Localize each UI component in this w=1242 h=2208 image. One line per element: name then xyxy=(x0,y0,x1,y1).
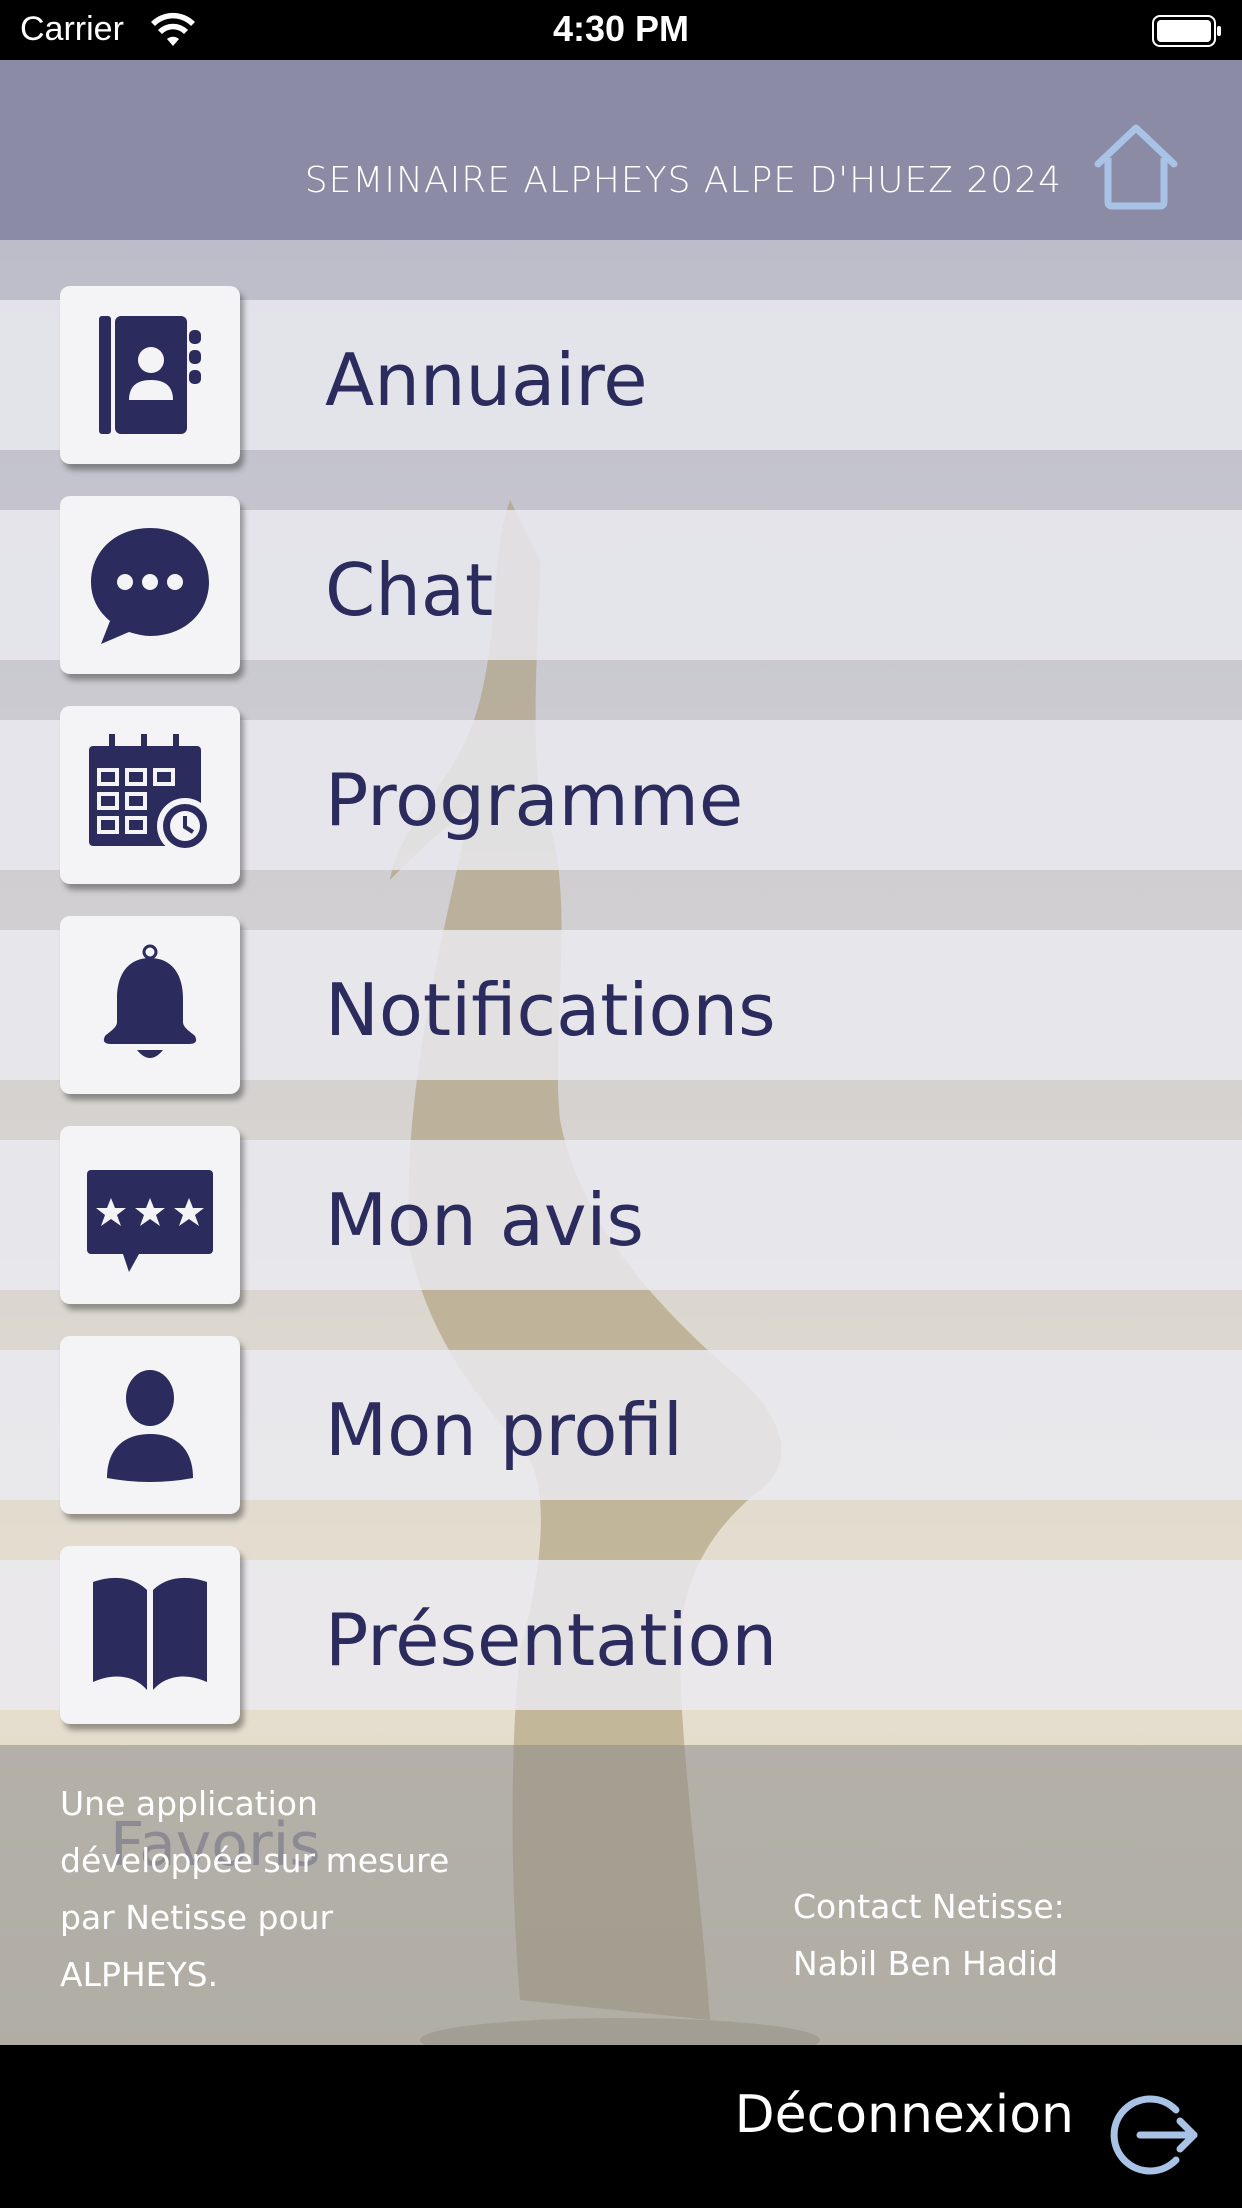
menu-label: Mon profil xyxy=(325,1388,683,1472)
menu-label: Présentation xyxy=(325,1598,778,1682)
menu-item-notifications[interactable]: Notifications xyxy=(0,916,1242,1094)
contact-text: Contact Netisse: Nabil Ben Hadid xyxy=(793,1878,1213,1992)
credit-line: ALPHEYS. xyxy=(60,1955,219,1994)
menu-icon-box[interactable] xyxy=(60,286,240,464)
event-title: SEMINAIRE ALPHEYS ALPE D'HUEZ 2024 xyxy=(304,160,1062,201)
app-header: SEMINAIRE ALPHEYS ALPE D'HUEZ 2024 xyxy=(0,60,1242,240)
app-screen: SEMINAIRE ALPHEYS ALPE D'HUEZ 2024 Annua… xyxy=(0,60,1242,2045)
menu-item-mon-profil[interactable]: Mon profil xyxy=(0,1336,1242,1514)
menu-item-programme[interactable]: Programme xyxy=(0,706,1242,884)
address-book-icon xyxy=(99,316,201,434)
app-credit-text: Une application développée sur mesure pa… xyxy=(60,1775,520,2003)
footer-info-panel: Favoris Une application développée sur m… xyxy=(0,1745,1242,2045)
menu-label: Chat xyxy=(325,548,494,632)
menu-label: Annuaire xyxy=(325,338,648,422)
credit-line: développée sur mesure xyxy=(60,1841,450,1880)
chat-bubble-icon xyxy=(91,528,209,644)
home-icon[interactable] xyxy=(1088,118,1184,214)
logout-icon[interactable] xyxy=(1110,2090,1200,2180)
menu-item-presentation[interactable]: Présentation xyxy=(0,1546,1242,1724)
menu-icon-box[interactable] xyxy=(60,1546,240,1724)
menu-item-annuaire[interactable]: Annuaire xyxy=(0,286,1242,464)
status-bar: Carrier 4:30 PM xyxy=(0,0,1242,60)
credit-line: par Netisse pour xyxy=(60,1898,334,1937)
menu-icon-box[interactable] xyxy=(60,496,240,674)
status-time: 4:30 PM xyxy=(552,8,690,49)
menu-label: Programme xyxy=(325,758,744,842)
menu-icon-box[interactable] xyxy=(60,1126,240,1304)
user-icon xyxy=(107,1370,193,1482)
contact-line: Contact Netisse: xyxy=(793,1887,1065,1926)
menu-item-chat[interactable]: Chat xyxy=(0,496,1242,674)
menu-label: Notifications xyxy=(325,968,776,1052)
calendar-clock-icon xyxy=(89,734,213,854)
battery-icon xyxy=(1152,15,1221,47)
menu-icon-box[interactable] xyxy=(60,1336,240,1514)
bottom-bar: Déconnexion xyxy=(0,2045,1242,2208)
logout-button-label[interactable]: Déconnexion xyxy=(735,2085,1074,2145)
rating-stars-icon xyxy=(87,1170,213,1272)
credit-line: Une application xyxy=(60,1784,318,1823)
contact-line: Nabil Ben Hadid xyxy=(793,1944,1059,1983)
open-book-icon xyxy=(93,1577,207,1690)
menu-label: Mon avis xyxy=(325,1178,644,1262)
menu-icon-box[interactable] xyxy=(60,706,240,884)
bell-icon xyxy=(103,944,197,1058)
menu-item-mon-avis[interactable]: Mon avis xyxy=(0,1126,1242,1304)
menu-icon-box[interactable] xyxy=(60,916,240,1094)
